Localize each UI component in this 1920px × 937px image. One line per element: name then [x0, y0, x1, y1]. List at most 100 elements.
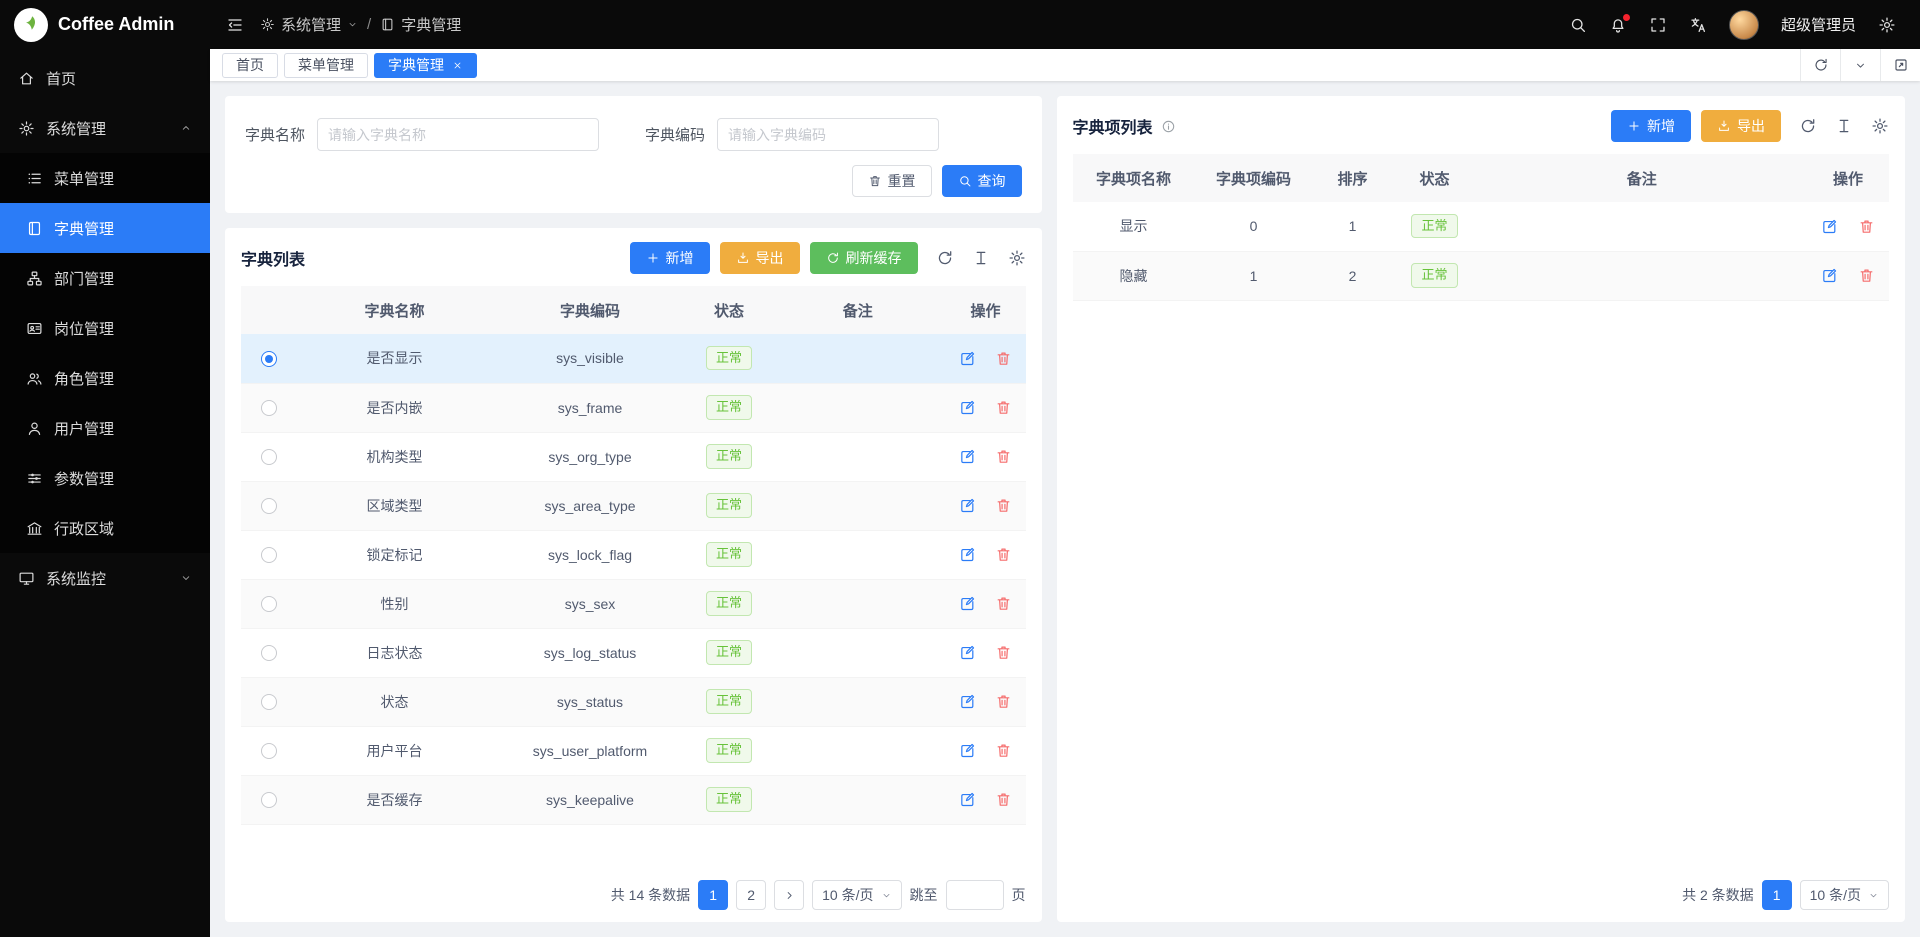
refresh-icon[interactable]	[936, 249, 954, 267]
info-icon[interactable]	[1161, 119, 1176, 134]
dict-table-row[interactable]: 是否内嵌 sys_frame 正常	[241, 383, 1026, 432]
dict-table-row[interactable]: 是否缓存 sys_keepalive 正常	[241, 775, 1026, 824]
page-button-1[interactable]: 1	[1762, 880, 1792, 910]
breadcrumb-item-dict[interactable]: 字典管理	[380, 14, 461, 35]
delete-icon[interactable]	[995, 497, 1012, 514]
breadcrumb-item-system[interactable]: 系统管理	[260, 14, 358, 35]
column-settings-gear-icon[interactable]	[1008, 249, 1026, 267]
chevron-down-icon[interactable]	[1840, 49, 1880, 81]
delete-icon[interactable]	[995, 546, 1012, 563]
sidebar-item-menu-mgmt[interactable]: 菜单管理	[0, 153, 210, 203]
sidebar-item-dict-mgmt[interactable]: 字典管理	[0, 203, 210, 253]
username[interactable]: 超级管理员	[1781, 14, 1856, 35]
sidebar-item-monitor[interactable]: 系统监控	[0, 553, 210, 603]
dict-code-input[interactable]	[717, 118, 939, 151]
delete-icon[interactable]	[995, 742, 1012, 759]
search-icon[interactable]	[1569, 16, 1587, 34]
refresh-icon[interactable]	[1799, 117, 1817, 135]
notification-bell-icon[interactable]	[1609, 16, 1627, 34]
row-radio[interactable]	[261, 792, 277, 808]
sidebar-item-role-mgmt[interactable]: 角色管理	[0, 353, 210, 403]
jump-page-input[interactable]	[946, 880, 1004, 910]
edit-icon[interactable]	[959, 644, 976, 661]
dict-table-row[interactable]: 日志状态 sys_log_status 正常	[241, 628, 1026, 677]
delete-icon[interactable]	[995, 644, 1012, 661]
export-button[interactable]: 导出	[720, 242, 800, 274]
row-radio[interactable]	[261, 449, 277, 465]
settings-gear-icon[interactable]	[1878, 16, 1896, 34]
row-radio[interactable]	[261, 694, 277, 710]
edit-icon[interactable]	[1821, 218, 1838, 235]
edit-icon[interactable]	[959, 497, 976, 514]
edit-icon[interactable]	[959, 595, 976, 612]
content-fullscreen-icon[interactable]	[1880, 49, 1920, 81]
fullscreen-icon[interactable]	[1649, 16, 1667, 34]
dict-table-row[interactable]: 状态 sys_status 正常	[241, 677, 1026, 726]
sidebar-item-region[interactable]: 行政区域	[0, 503, 210, 553]
tab-home[interactable]: 首页	[222, 53, 278, 78]
refresh-cache-button[interactable]: 刷新缓存	[810, 242, 918, 274]
user-avatar[interactable]	[1729, 10, 1759, 40]
dict-table-row[interactable]: 锁定标记 sys_lock_flag 正常	[241, 530, 1026, 579]
delete-icon[interactable]	[1858, 267, 1875, 284]
add-button[interactable]: 新增	[630, 242, 710, 274]
dict-item-table-row[interactable]: 显示 0 1 正常	[1073, 202, 1890, 251]
sidebar-item-post-mgmt[interactable]: 岗位管理	[0, 303, 210, 353]
sidebar-item-user-mgmt[interactable]: 用户管理	[0, 403, 210, 453]
edit-icon[interactable]	[959, 791, 976, 808]
page-size-select[interactable]: 10 条/页	[812, 880, 901, 910]
menu-fold-icon[interactable]	[226, 16, 244, 34]
sidebar-item-system[interactable]: 系统管理	[0, 103, 210, 153]
dict-table-row[interactable]: 区域类型 sys_area_type 正常	[241, 481, 1026, 530]
edit-icon[interactable]	[959, 693, 976, 710]
next-page-button[interactable]	[774, 880, 804, 910]
edit-icon[interactable]	[959, 448, 976, 465]
edit-icon[interactable]	[959, 742, 976, 759]
sidebar-item-param-mgmt[interactable]: 参数管理	[0, 453, 210, 503]
dict-table-row[interactable]: 是否显示 sys_visible 正常	[241, 334, 1026, 383]
refresh-icon[interactable]	[1800, 49, 1840, 81]
query-button[interactable]: 查询	[942, 165, 1022, 197]
edit-icon[interactable]	[959, 350, 976, 367]
delete-icon[interactable]	[995, 693, 1012, 710]
delete-icon[interactable]	[995, 595, 1012, 612]
tab-menu-mgmt[interactable]: 菜单管理	[284, 53, 368, 78]
sidebar-item-label: 系统监控	[46, 568, 169, 589]
row-radio[interactable]	[261, 743, 277, 759]
edit-icon[interactable]	[1821, 267, 1838, 284]
density-icon[interactable]	[1835, 117, 1853, 135]
row-radio[interactable]	[261, 645, 277, 661]
dict-name-input[interactable]	[317, 118, 599, 151]
tab-dict-mgmt[interactable]: 字典管理	[374, 53, 477, 78]
sidebar-item-dept-mgmt[interactable]: 部门管理	[0, 253, 210, 303]
add-item-button[interactable]: 新增	[1611, 110, 1691, 142]
row-radio[interactable]	[261, 400, 277, 416]
export-item-button[interactable]: 导出	[1701, 110, 1781, 142]
delete-icon[interactable]	[995, 448, 1012, 465]
delete-icon[interactable]	[995, 399, 1012, 416]
row-radio[interactable]	[261, 351, 277, 367]
page-button-1[interactable]: 1	[698, 880, 728, 910]
row-radio[interactable]	[261, 547, 277, 563]
app-logo[interactable]: Coffee Admin	[0, 0, 210, 49]
close-icon[interactable]	[452, 60, 463, 71]
translate-icon[interactable]	[1689, 16, 1707, 34]
reset-button[interactable]: 重置	[852, 165, 932, 197]
dict-item-table-row[interactable]: 隐藏 1 2 正常	[1073, 251, 1890, 300]
delete-icon[interactable]	[1858, 218, 1875, 235]
edit-icon[interactable]	[959, 546, 976, 563]
dict-table-row[interactable]: 用户平台 sys_user_platform 正常	[241, 726, 1026, 775]
row-radio[interactable]	[261, 498, 277, 514]
density-icon[interactable]	[972, 249, 990, 267]
dict-table-row[interactable]: 性别 sys_sex 正常	[241, 579, 1026, 628]
delete-icon[interactable]	[995, 791, 1012, 808]
page-button-2[interactable]: 2	[736, 880, 766, 910]
dict-code-cell: sys_keepalive	[492, 775, 688, 824]
page-size-select[interactable]: 10 条/页	[1800, 880, 1889, 910]
delete-icon[interactable]	[995, 350, 1012, 367]
row-radio[interactable]	[261, 596, 277, 612]
sidebar-item-home[interactable]: 首页	[0, 53, 210, 103]
dict-table-row[interactable]: 机构类型 sys_org_type 正常	[241, 432, 1026, 481]
column-settings-gear-icon[interactable]	[1871, 117, 1889, 135]
edit-icon[interactable]	[959, 399, 976, 416]
